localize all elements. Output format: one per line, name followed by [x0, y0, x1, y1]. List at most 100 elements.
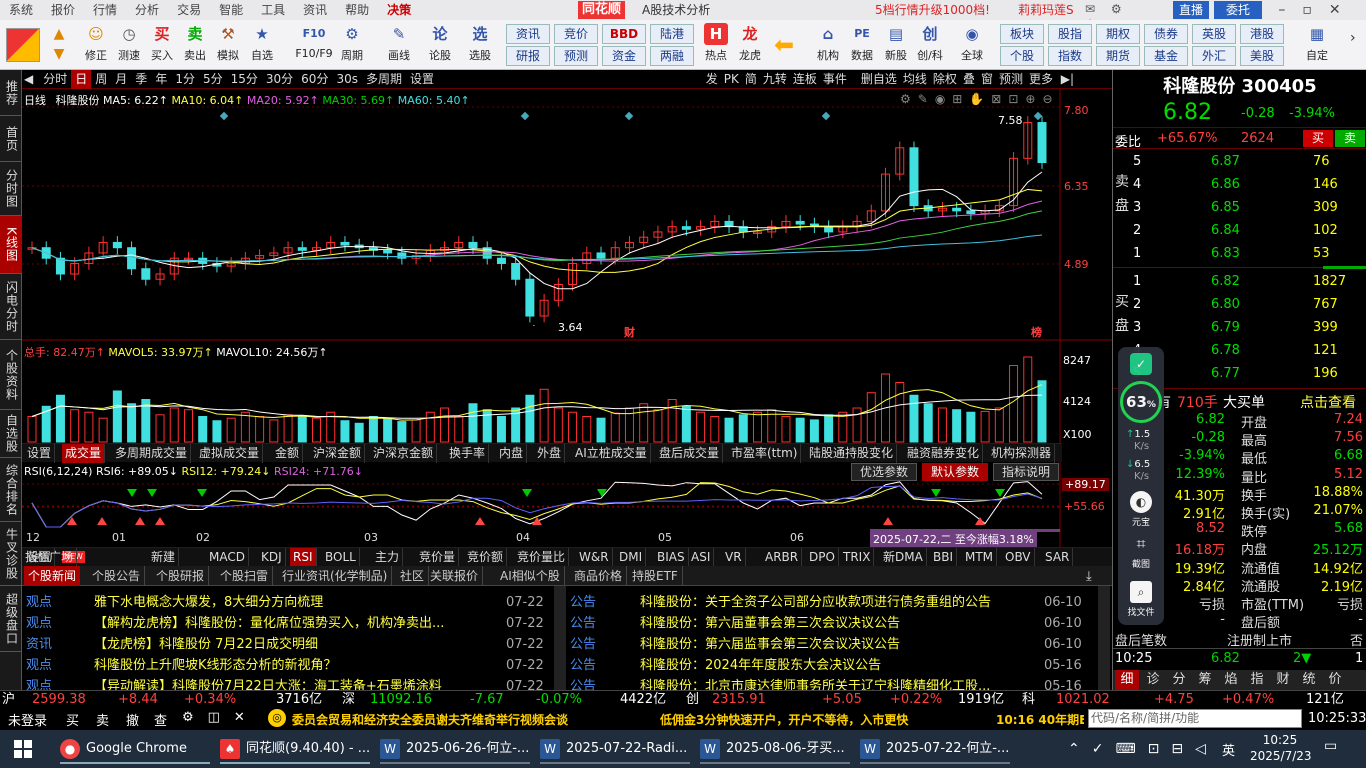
index-value[interactable]: +5.05 — [822, 691, 862, 709]
taskbar-app[interactable]: W 2025-06-26-何立-... — [380, 734, 530, 764]
ask-row[interactable]: 2 6.84 102 — [1113, 220, 1366, 243]
index-value[interactable]: 4422亿 — [620, 691, 666, 709]
news-tab[interactable]: AI相似个股 — [496, 566, 565, 586]
announcement-item[interactable]: 公告 科隆股份：关于全资子公司部分应收款项进行债务重组的公告 06-10 — [570, 592, 1098, 613]
announcement-item[interactable]: 公告 科隆股份：2024年年度股东大会决议公告 05-16 — [570, 655, 1098, 676]
detail-tab[interactable]: 分 — [1167, 670, 1191, 690]
promo-text[interactable]: 5档行情升级1000档! — [875, 0, 990, 20]
volume-tab[interactable]: 金额 — [272, 444, 304, 463]
toolbar-item-2[interactable]: 买买入 — [146, 23, 178, 67]
toolbar-market-btn[interactable]: 英股 — [1192, 24, 1236, 44]
index-value[interactable]: 121亿 — [1306, 691, 1344, 709]
indicator-tab[interactable]: VR — [722, 548, 746, 567]
detail-tab[interactable]: 财 — [1271, 670, 1295, 690]
trade-sell-button[interactable]: 卖 — [96, 710, 109, 729]
index-value[interactable]: +0.34% — [184, 691, 236, 709]
tray-icons[interactable]: ⌃✓⌨⊡⊟◁ — [1068, 736, 1218, 762]
event-marker[interactable] — [821, 111, 831, 121]
toolbar-grid-btn[interactable]: 研报 — [506, 46, 550, 66]
finance-mark[interactable]: 财 — [624, 324, 635, 340]
ask-row[interactable]: 4 6.86 146 — [1113, 174, 1366, 197]
menu-item[interactable]: 行情 — [93, 0, 117, 20]
indicator-tab[interactable]: TRIX — [840, 548, 875, 567]
volume-tab[interactable]: 虚拟成交量 — [196, 444, 264, 463]
volume-bar[interactable] — [937, 407, 947, 443]
period-item[interactable]: 30s — [332, 70, 362, 89]
chart-option[interactable]: 窗 — [978, 70, 996, 89]
volume-bar[interactable] — [383, 417, 393, 443]
index-value[interactable]: +0.47% — [1222, 691, 1274, 709]
detail-tab[interactable]: 统 — [1297, 670, 1321, 690]
toolbar-item-0[interactable]: ☺ 修正 — [80, 23, 112, 67]
period-item[interactable]: 月 — [111, 70, 131, 89]
news-scrollbar[interactable] — [1098, 586, 1110, 690]
volume-bar[interactable] — [496, 416, 506, 443]
leftnav-item[interactable]: 超级盘口 — [0, 586, 22, 652]
news-item[interactable]: 资讯 【龙虎榜】科隆股份 7月22日成交明细 07-22 — [26, 634, 554, 655]
title-icons[interactable]: ✉ ⚙ ✦ — [1085, 2, 1145, 30]
indicator-tab[interactable]: ASI — [688, 548, 715, 567]
toolbar-item-1[interactable]: ◷ 测速 — [113, 23, 145, 67]
live-button[interactable]: 直播 — [1173, 1, 1209, 19]
menu-item[interactable]: 系统 — [9, 0, 33, 20]
volume-bar[interactable] — [980, 410, 990, 443]
back-arrow-icon[interactable]: ⬅ — [774, 32, 804, 58]
page-updown-icon[interactable]: ▲ ▼ — [48, 24, 70, 66]
volume-bar[interactable] — [553, 407, 563, 443]
volume-tab[interactable]: 陆股通持股变化 — [806, 444, 898, 463]
toolbar-item-4[interactable]: ⚒ 模拟 — [212, 23, 244, 67]
news-tab[interactable]: 个股扫雷 — [216, 566, 274, 586]
dragon-tiger-button[interactable]: 龙龙虎 — [734, 23, 766, 67]
volume-bar[interactable] — [610, 412, 620, 443]
download-icon[interactable]: ⤓ — [1086, 569, 1092, 584]
leftnav-item[interactable]: 闪电分时 — [0, 274, 22, 340]
menu-item[interactable]: 帮助 — [345, 0, 369, 20]
chart-tools[interactable]: ⚙✎◉⊞✋⊠⊡⊕⊖ — [900, 92, 1060, 106]
candle-body[interactable] — [511, 262, 521, 280]
index-value[interactable]: 深 — [342, 691, 355, 709]
period-item[interactable]: 多周期 — [362, 70, 406, 89]
data-button[interactable]: PE 数据 — [846, 23, 878, 67]
detail-tab[interactable]: 筹 — [1193, 670, 1217, 690]
period-item[interactable]: 年 — [151, 70, 171, 89]
detail-tab[interactable]: 指 — [1245, 670, 1269, 690]
volume-bar[interactable] — [738, 414, 748, 443]
toolbar-market-btn[interactable]: 期货 — [1096, 46, 1140, 66]
windows-start-icon[interactable] — [14, 740, 32, 758]
volume-bar[interactable] — [55, 394, 65, 443]
candle-body[interactable] — [824, 226, 834, 233]
indicator-tab[interactable]: ARBR — [762, 548, 803, 567]
toolbar-grid-btn[interactable]: 资金 — [602, 46, 646, 66]
candle-body[interactable] — [681, 226, 691, 230]
toolbar-market-btn[interactable]: 指数 — [1048, 46, 1092, 66]
toolbar-grid-btn[interactable]: 资讯 — [506, 24, 550, 44]
hotspot-button[interactable]: H 热点 — [700, 23, 732, 67]
news-ticker[interactable]: 委员会贸易和经济安全委员谢夫齐维奇举行视频会谈 — [292, 711, 642, 728]
indicator-tab[interactable]: 新建 — [148, 548, 180, 567]
floating-assistant[interactable]: ✓ 63% ↑1.5 K/s ↓6.5 K/s ◐ 元宝 ⌗ 截图 ⌕ 找文件 — [1118, 347, 1164, 625]
leftnav-item[interactable]: 首页 — [0, 116, 22, 162]
home-grid-icon[interactable] — [6, 28, 40, 62]
chart-option[interactable]: 预测 — [996, 70, 1026, 89]
volume-bar[interactable] — [539, 388, 549, 443]
default-params-button[interactable]: 默认参数 — [922, 463, 988, 481]
volume-bar[interactable] — [667, 399, 677, 443]
menu-item[interactable]: 智能 — [219, 0, 243, 20]
news-tab[interactable]: 持股ETF — [628, 566, 683, 586]
taskbar-app[interactable]: W 2025-07-22-何立-... — [860, 734, 1010, 764]
volume-bar[interactable] — [70, 409, 80, 443]
volume-bar[interactable] — [1009, 365, 1019, 443]
institution-button[interactable]: ⌂ 机构 — [812, 23, 844, 67]
ask-row[interactable]: 5 6.87 76 — [1113, 151, 1366, 174]
volume-tab[interactable]: 成交量 — [62, 444, 106, 463]
volume-bar[interactable] — [155, 414, 165, 443]
volume-bar[interactable] — [440, 407, 450, 443]
indicator-tab[interactable]: RSI — [290, 548, 317, 567]
candle-body[interactable] — [909, 147, 919, 207]
trade-buy-button[interactable]: 买 — [66, 710, 79, 729]
indicator-tab[interactable]: 竞价额 — [464, 548, 508, 567]
ipo-button[interactable]: ▤ 新股 — [880, 23, 912, 67]
volume-bar[interactable] — [724, 417, 734, 443]
leftnav-item[interactable]: 自选股 — [0, 410, 22, 458]
volume-bar[interactable] — [596, 417, 606, 443]
